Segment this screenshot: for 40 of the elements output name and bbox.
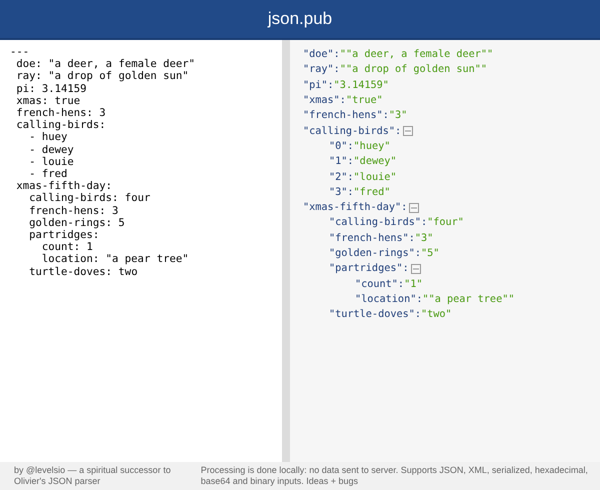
- json-value: "two": [421, 309, 452, 320]
- json-key: "calling-birds":: [329, 217, 428, 228]
- collapse-icon[interactable]: [410, 264, 421, 274]
- json-key: "calling-birds":: [303, 126, 402, 137]
- json-value: "louie": [354, 172, 396, 183]
- collapse-icon[interactable]: [403, 126, 414, 136]
- json-value: "huey": [354, 140, 390, 152]
- json-key: "3":: [329, 186, 354, 198]
- json-value: "3": [388, 110, 408, 122]
- json-key: "0":: [329, 140, 354, 152]
- json-key: "1":: [329, 156, 354, 168]
- json-value: "fred": [354, 186, 390, 198]
- json-value: "dewey": [354, 156, 396, 168]
- json-key: "partridges":: [329, 263, 409, 274]
- json-value: "true": [346, 95, 383, 106]
- json-value: "3.14159": [334, 80, 389, 91]
- json-value: ""a drop of golden sun"": [340, 64, 488, 76]
- info-text: Processing is done locally: no data sent to server. Supports JSON, XML, serialized, hexadecimal, base64 and binary inputs. Ideas + bugs: [200, 465, 589, 487]
- json-key: "doe":: [303, 49, 340, 60]
- json-value: "four": [427, 217, 464, 228]
- json-key: "ray":: [303, 64, 340, 76]
- site-title: json.pub: [268, 9, 332, 29]
- json-key: "2":: [329, 172, 354, 183]
- json-key: "count":: [355, 278, 404, 290]
- credit-text: by @levelsio — a spiritual successor to Olivier's JSON parser: [14, 465, 172, 487]
- json-key: "golden-rings":: [329, 248, 422, 259]
- json-key: "french-hens":: [303, 110, 389, 122]
- json-value: "1": [404, 278, 422, 290]
- json-value: ""a pear tree"": [422, 294, 514, 305]
- json-key: "french-hens":: [329, 232, 415, 244]
- collapse-icon[interactable]: [409, 202, 420, 213]
- json-key: "turtle-doves":: [329, 309, 422, 320]
- json-key: "xmas-fifth-day":: [303, 202, 408, 214]
- input-field[interactable]: --- doe: "a deer, a female deer" ray: "a drop of golden sun" pi: 3.14159 xmas: true french-hens: 3 calling-birds: - huey - dewey - louie - fred xmas-fifth-day: calling-birds: four french-hens: 3 golden-rings: 5 partridges: count: 1 location: "a pear tree" turtle-doves: two: [10, 46, 278, 306]
- json-key: "pi":: [303, 80, 334, 91]
- json-value: "5": [421, 248, 440, 259]
- json-key: "location":: [355, 294, 422, 305]
- json-value: ""a deer, a female deer"": [340, 49, 494, 60]
- json-key: "xmas":: [303, 95, 346, 106]
- json-value: "3": [414, 232, 434, 244]
